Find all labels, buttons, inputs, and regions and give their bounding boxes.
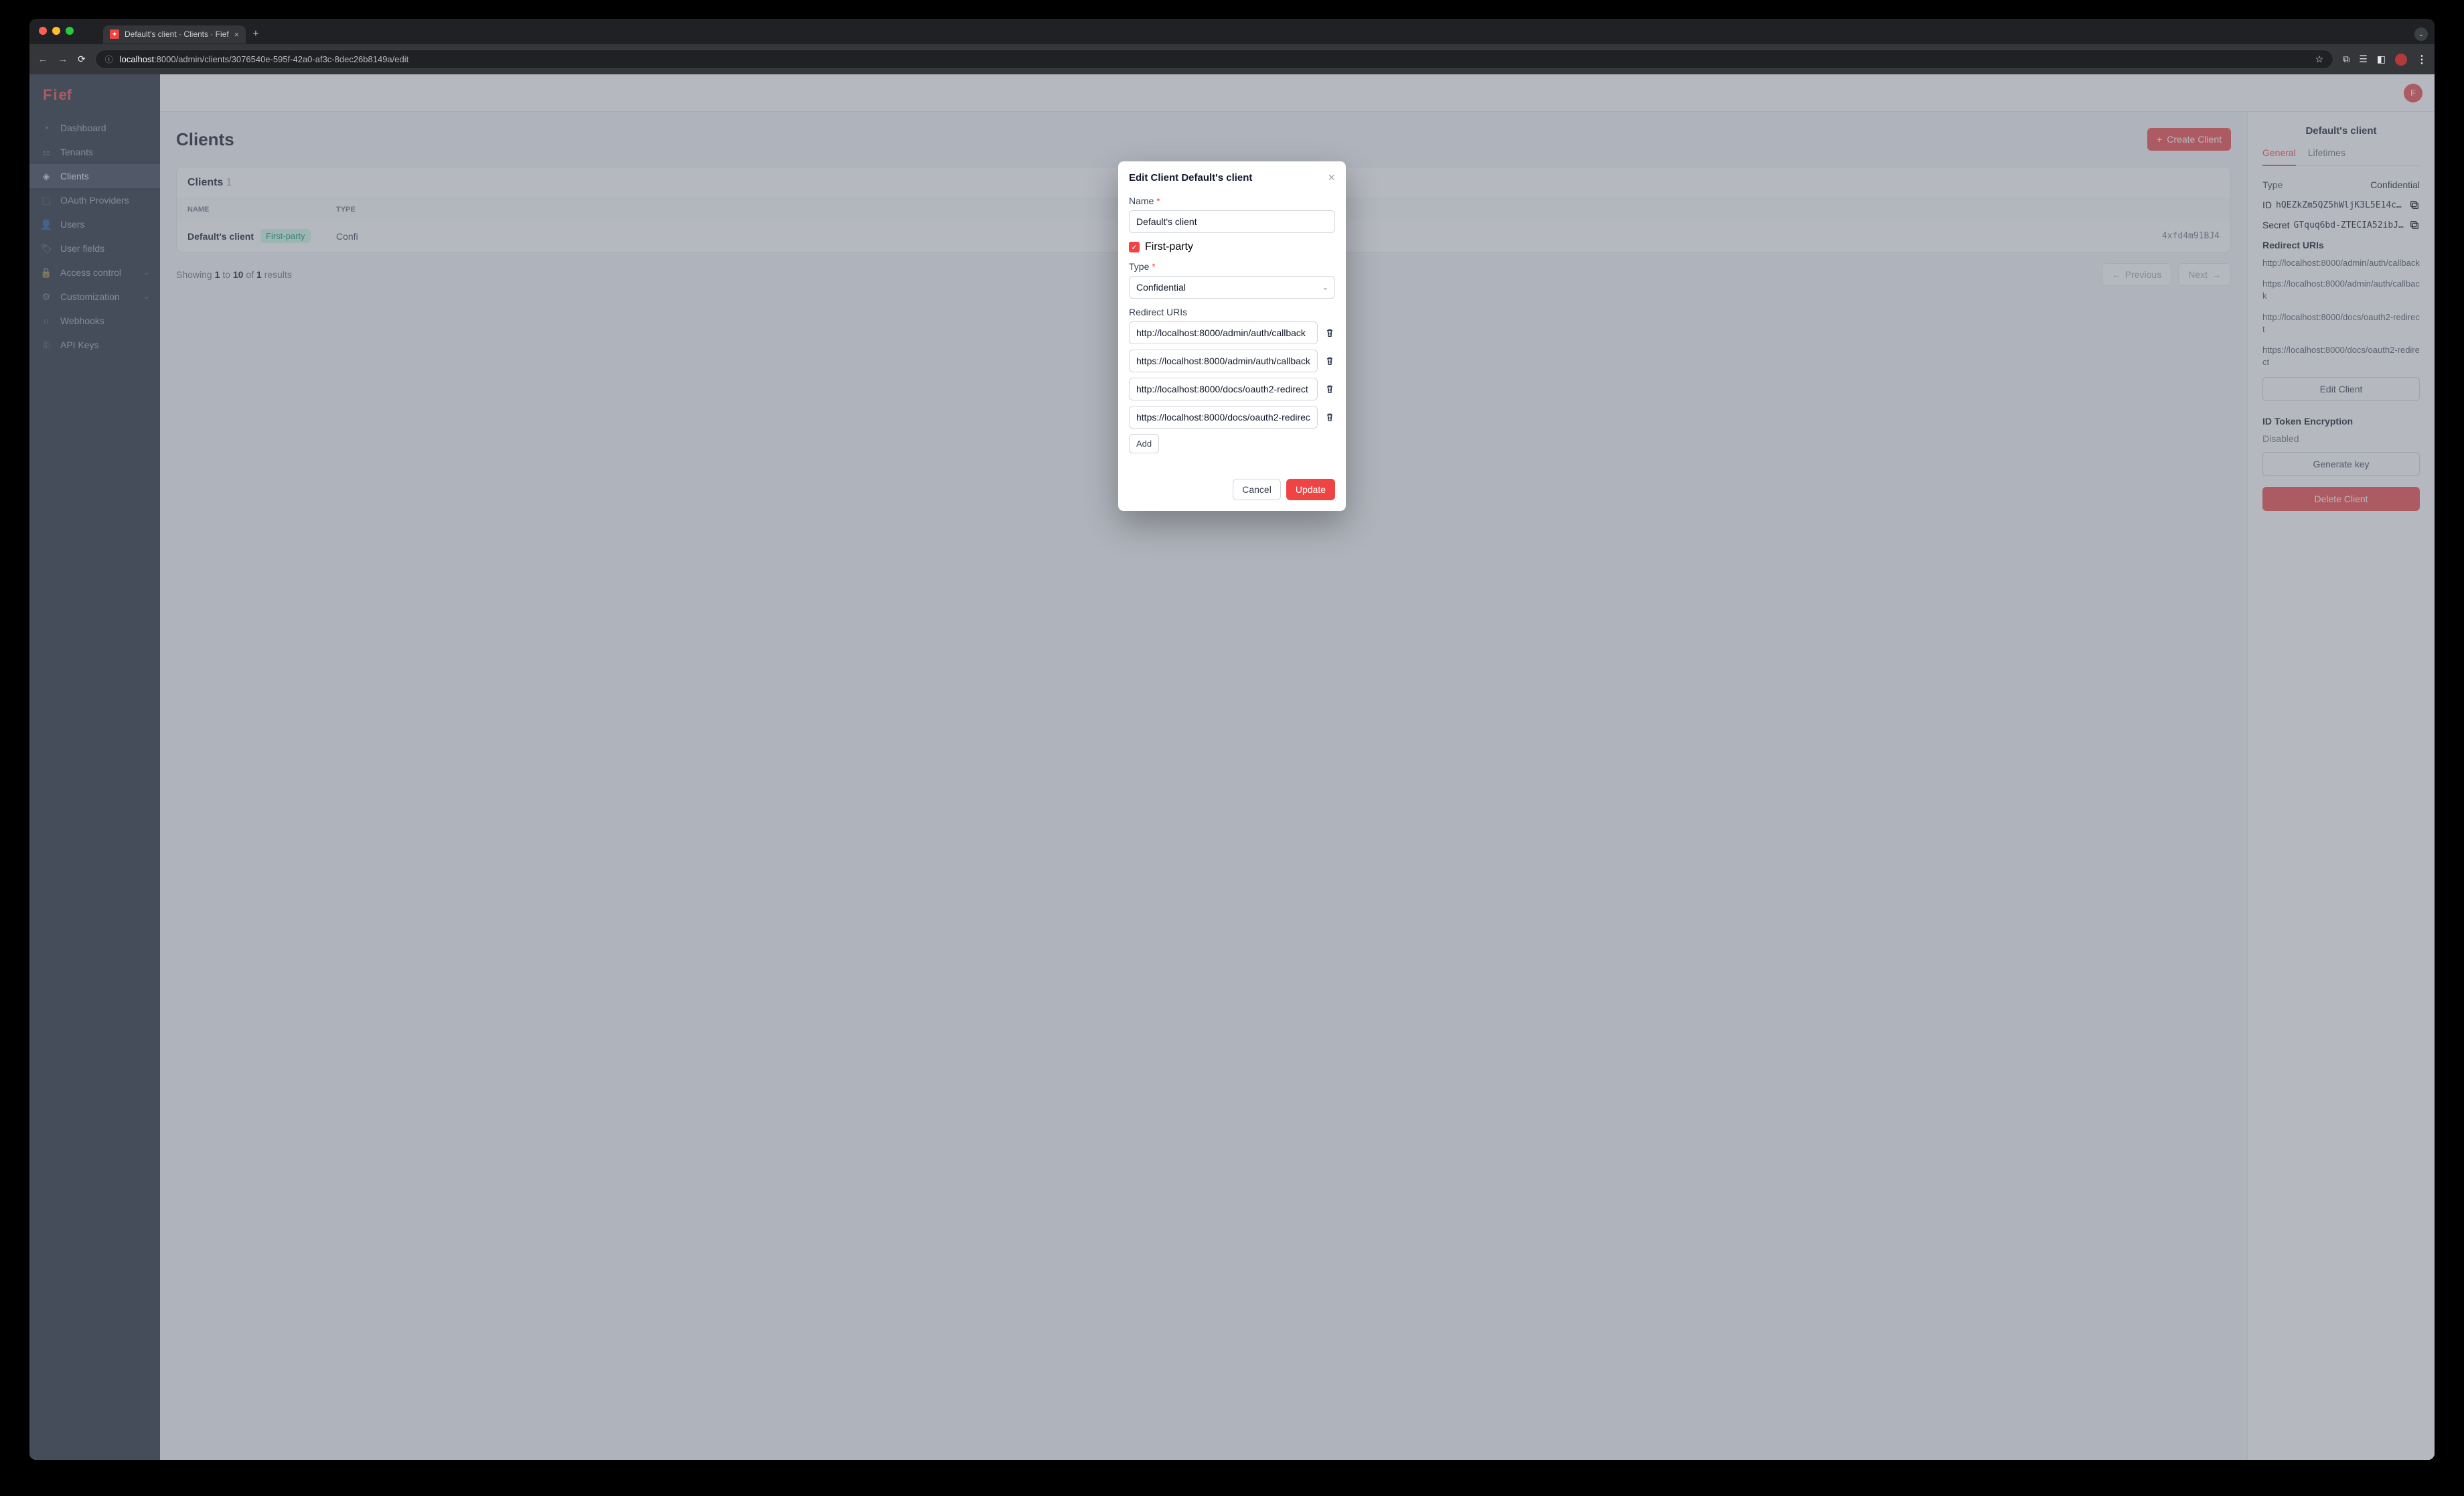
browser-tab[interactable]: ✦ Default's client · Clients · Fief ×: [103, 25, 246, 44]
window-minimize[interactable]: [52, 27, 60, 35]
redirect-uri-row: [1129, 378, 1335, 400]
redirect-uri-row: [1129, 321, 1335, 344]
side-panel-icon[interactable]: ◧: [2377, 54, 2386, 65]
trash-icon[interactable]: [1324, 327, 1335, 338]
redirect-uri-input[interactable]: [1129, 378, 1318, 400]
add-uri-button[interactable]: Add: [1129, 434, 1159, 453]
name-input[interactable]: [1129, 210, 1335, 233]
first-party-checkbox[interactable]: ✓: [1129, 242, 1140, 252]
close-icon[interactable]: ×: [1328, 171, 1335, 185]
url-text: localhost:8000/admin/clients/3076540e-59…: [120, 54, 409, 64]
favicon: ✦: [110, 29, 119, 39]
tab-title: Default's client · Clients · Fief: [125, 29, 229, 39]
reload-button[interactable]: ⟳: [78, 54, 86, 65]
site-info-icon[interactable]: ⓘ: [105, 54, 113, 65]
cancel-button[interactable]: Cancel: [1233, 479, 1281, 500]
extensions-icon[interactable]: ⧉: [2343, 54, 2350, 65]
reading-list-icon[interactable]: ☰: [2359, 54, 2368, 65]
trash-icon[interactable]: [1324, 412, 1335, 423]
redirect-uri-input[interactable]: [1129, 350, 1318, 372]
first-party-label: First-party: [1145, 241, 1193, 253]
window-close[interactable]: [39, 27, 47, 35]
close-icon[interactable]: ×: [234, 29, 240, 40]
window-maximize[interactable]: [66, 27, 74, 35]
modal-title: Edit Client Default's client: [1129, 172, 1252, 183]
type-label: Type *: [1129, 261, 1335, 272]
profile-avatar[interactable]: [2395, 54, 2407, 66]
trash-icon[interactable]: [1324, 356, 1335, 366]
redirect-uri-row: [1129, 350, 1335, 372]
redirect-uri-input[interactable]: [1129, 321, 1318, 344]
redirect-uri-row: [1129, 406, 1335, 429]
address-bar[interactable]: ⓘ localhost:8000/admin/clients/3076540e-…: [95, 50, 2333, 69]
trash-icon[interactable]: [1324, 384, 1335, 394]
forward-button[interactable]: →: [58, 54, 68, 65]
redirect-uri-input[interactable]: [1129, 406, 1318, 429]
edit-client-modal: Edit Client Default's client × Name * ✓ …: [1118, 161, 1346, 511]
back-button[interactable]: ←: [37, 54, 48, 65]
name-label: Name *: [1129, 196, 1335, 206]
modal-overlay[interactable]: Edit Client Default's client × Name * ✓ …: [29, 74, 2435, 1460]
type-select[interactable]: [1129, 276, 1335, 299]
new-tab-button[interactable]: +: [246, 24, 265, 44]
kebab-menu-icon[interactable]: ⋮: [2416, 53, 2427, 66]
redirect-label: Redirect URIs: [1129, 307, 1335, 317]
update-button[interactable]: Update: [1286, 479, 1335, 500]
bookmark-icon[interactable]: ☆: [2315, 54, 2324, 65]
tabs-menu-button[interactable]: ⌄: [2414, 27, 2428, 41]
